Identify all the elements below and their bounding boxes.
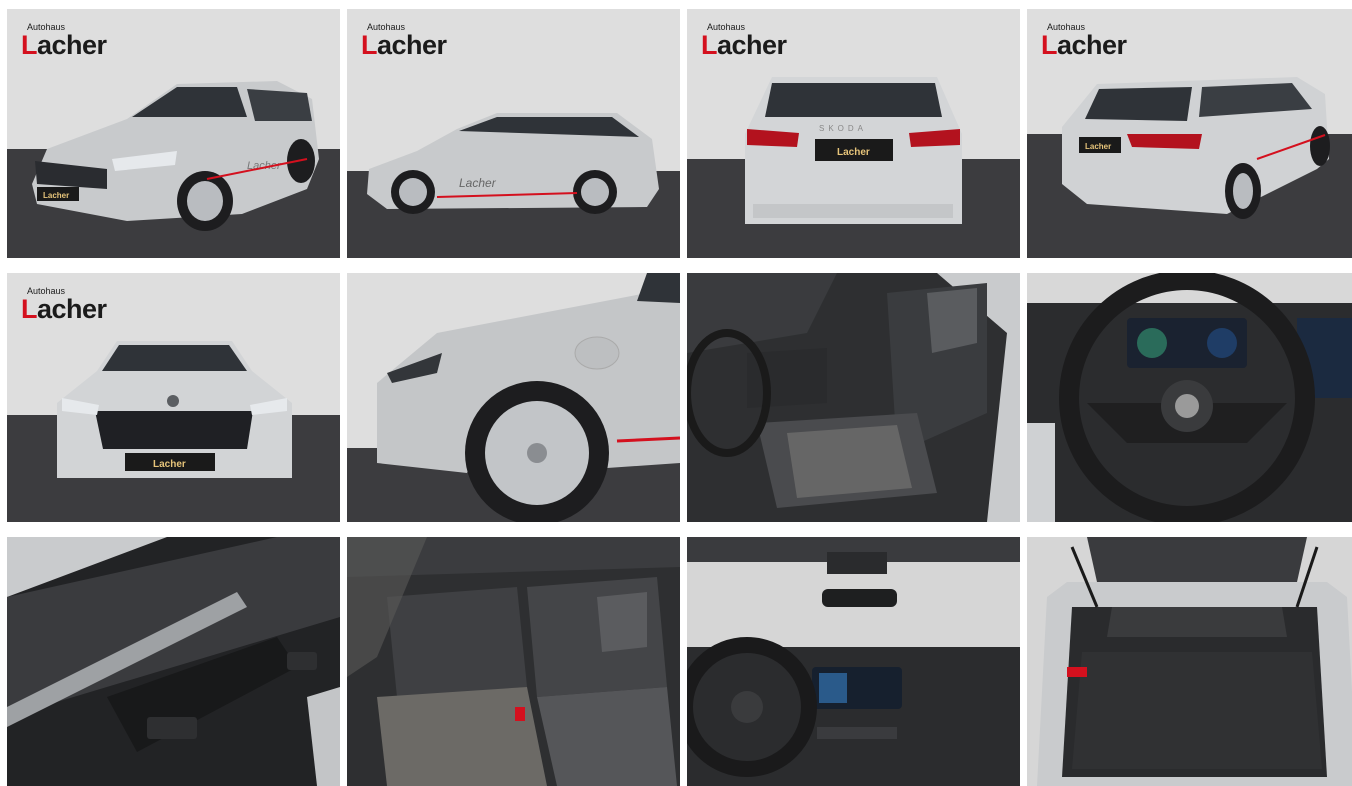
gallery-photo-door-panel[interactable] — [7, 537, 340, 786]
dealer-logo: Autohaus Lacher — [361, 22, 447, 60]
gallery-photo-front-three-quarter[interactable]: Lacher Lacher Autohaus Lacher — [7, 9, 340, 258]
gallery-photo-front[interactable]: Lacher Autohaus Lacher — [7, 273, 340, 522]
dealer-logo: Autohaus Lacher — [701, 22, 787, 60]
svg-text:Lacher: Lacher — [153, 459, 186, 470]
photo-gallery: Lacher Lacher Autohaus Lacher Lacher Aut… — [0, 0, 1352, 786]
gallery-photo-front-seat[interactable] — [687, 273, 1020, 522]
gallery-photo-wheel[interactable] — [347, 273, 680, 522]
gallery-photo-rear-seats[interactable] — [347, 537, 680, 786]
svg-text:Lacher: Lacher — [43, 191, 69, 200]
gallery-photo-side[interactable]: Lacher Autohaus Lacher — [347, 9, 680, 258]
rear-seats-image — [347, 537, 680, 786]
gallery-photo-rear-three-quarter[interactable]: Lacher Autohaus Lacher — [1027, 9, 1352, 258]
svg-text:Lacher: Lacher — [459, 176, 497, 190]
dealer-logo: Autohaus Lacher — [1041, 22, 1127, 60]
gallery-photo-rear[interactable]: Lacher SKODA Autohaus Lacher — [687, 9, 1020, 258]
dashboard-image — [687, 537, 1020, 786]
svg-text:Lacher: Lacher — [837, 147, 870, 158]
car-wheel-closeup-image — [347, 273, 680, 522]
gallery-photo-trunk[interactable] — [1027, 537, 1352, 786]
gallery-photo-steering-wheel[interactable] — [1027, 273, 1352, 522]
gallery-photo-dashboard[interactable] — [687, 537, 1020, 786]
dealer-logo: Autohaus Lacher — [21, 286, 107, 324]
svg-text:SKODA: SKODA — [819, 124, 867, 133]
svg-text:Lacher: Lacher — [1085, 142, 1111, 151]
front-seat-image — [687, 273, 1020, 522]
trunk-image — [1027, 537, 1352, 786]
steering-wheel-image — [1027, 273, 1352, 522]
dealer-logo: Autohaus Lacher — [21, 22, 107, 60]
door-panel-image — [7, 537, 340, 786]
